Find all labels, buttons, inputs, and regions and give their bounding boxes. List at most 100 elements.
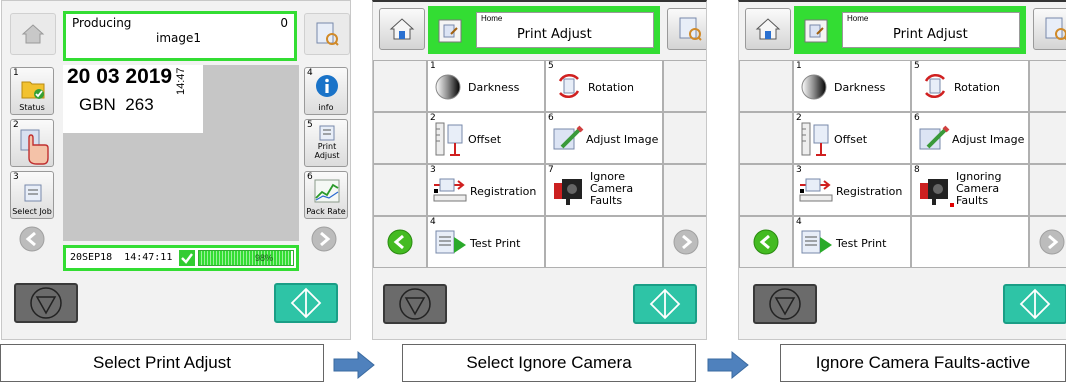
ignore-camera-faults-number: 7 [548,165,554,175]
info-button[interactable]: 4 info [304,67,348,115]
back-arrow-icon[interactable] [752,228,780,256]
progress-text: 98% [255,253,274,263]
home-icon [389,18,415,40]
adjust-image-label: Adjust Image [586,133,659,146]
step-caption-1: Select Print Adjust [0,344,324,382]
adjust-image-number: 6 [914,113,920,123]
test-print-button[interactable]: 4 Test Print [427,216,545,268]
darkness-button[interactable]: 1 Darkness [427,60,545,112]
home-icon [755,18,781,40]
test-print-number: 4 [796,217,802,227]
back-arrow-icon[interactable] [386,228,414,256]
start-diamond-icon [1019,288,1051,320]
blank-cell [663,164,706,216]
previous-arrow-disabled-icon[interactable] [18,225,46,253]
darkness-icon [435,74,461,100]
stop-button[interactable] [383,284,447,324]
darkness-label: Darkness [468,81,520,94]
ignoring-camera-faults-button[interactable]: 8 Ignoring Camera Faults [911,164,1029,216]
ignore-camera-faults-label: Ignore Camera Faults [590,170,634,207]
adjust-image-icon [553,125,584,150]
forward-cell [1029,216,1066,268]
start-button[interactable] [633,284,697,324]
darkness-number: 1 [430,61,436,71]
header-title-box: Home Print Adjust [476,12,654,48]
adjust-image-button[interactable]: 6 Adjust Image [911,112,1029,164]
select-job-icon [24,184,42,202]
rotation-label: Rotation [588,81,635,94]
info-button-label: info [318,103,334,112]
offset-label: Offset [468,133,502,146]
pack-rate-button[interactable]: 6 Pack Rate [304,171,348,219]
offset-icon [801,122,829,156]
status-bar: 20SEP18 14:47:11 98% [63,245,299,271]
stop-octagon-icon [30,287,62,319]
rotation-icon [924,74,946,98]
blank-cell [373,112,427,164]
stop-button[interactable] [753,284,817,324]
print-adjust-magnifier-icon [316,22,339,46]
adjust-image-button[interactable]: 6 Adjust Image [545,112,663,164]
registration-button[interactable]: 3 Registration [427,164,545,216]
status-image-name: image1 [156,31,202,45]
ignore-camera-faults-button[interactable]: 7 Ignore Camera Faults [545,164,663,216]
adjust-image-icon [919,125,950,150]
test-print-icon [435,230,466,254]
blank-cell [1029,112,1066,164]
blank-cell [373,164,427,216]
back-cell [739,216,793,268]
stop-button[interactable] [14,283,78,323]
print-adjust-button-label: Print Adjust [314,142,340,160]
registration-label: Registration [470,185,537,198]
pack-rate-chart-icon [314,179,340,203]
rotation-button[interactable]: 5 Rotation [545,60,663,112]
home-button[interactable] [10,13,56,55]
print-adjust-top-button[interactable] [304,13,350,55]
print-adjust-top-button[interactable] [667,8,706,50]
home-button[interactable] [745,8,791,50]
pack-rate-button-label: Pack Rate [306,207,346,216]
preview-code: GBN 263 [79,95,154,114]
print-adjust-button[interactable]: 5 Print Adjust [304,119,348,167]
print-adjust-header-icon [804,19,828,43]
next-arrow-disabled-icon[interactable] [310,225,338,253]
rotation-icon [558,74,580,98]
progress-fill [199,251,292,265]
info-icon [316,75,338,97]
blank-cell [739,112,793,164]
test-print-icon [801,230,832,254]
status-button[interactable]: 1 Status [10,67,54,115]
step-arrow-icon [707,350,749,380]
header-bar: Home Print Adjust [428,6,660,54]
home-button[interactable] [379,8,425,50]
print-preview-area: 20 03 2019 GBN 263 14:47 [63,65,299,241]
next-arrow-disabled-icon[interactable] [672,228,700,256]
camera-icon [554,179,582,205]
job-hand-button[interactable]: 2 [10,119,54,167]
print-adjust-top-button[interactable] [1033,8,1066,50]
select-job-button[interactable]: 3 Select Job [10,171,54,219]
adjust-image-label: Adjust Image [952,133,1025,146]
ignoring-camera-faults-number: 8 [914,165,920,175]
offset-button[interactable]: 2 Offset [793,112,911,164]
print-preview-label: 20 03 2019 GBN 263 14:47 [63,65,203,133]
forward-cell [663,216,706,268]
ignoring-camera-faults-label: Ignoring Camera Faults [956,170,1002,207]
test-print-button[interactable]: 4 Test Print [793,216,911,268]
start-button[interactable] [274,283,338,323]
next-arrow-disabled-icon[interactable] [1038,228,1066,256]
registration-button[interactable]: 3 Registration [793,164,911,216]
screen-title: Print Adjust [517,27,592,42]
status-title: Producing [72,16,132,30]
breadcrumb-home: Home [847,14,869,23]
print-adjust-header-icon [438,19,462,43]
step-caption-2: Select Ignore Camera [402,344,696,382]
blank-cell [373,60,427,112]
offset-button[interactable]: 2 Offset [427,112,545,164]
header-bar: Home Print Adjust [794,6,1026,54]
darkness-button[interactable]: 1 Darkness [793,60,911,112]
rotation-button[interactable]: 5 Rotation [911,60,1029,112]
darkness-label: Darkness [834,81,886,94]
start-button[interactable] [1003,284,1066,324]
camera-icon [920,179,948,205]
